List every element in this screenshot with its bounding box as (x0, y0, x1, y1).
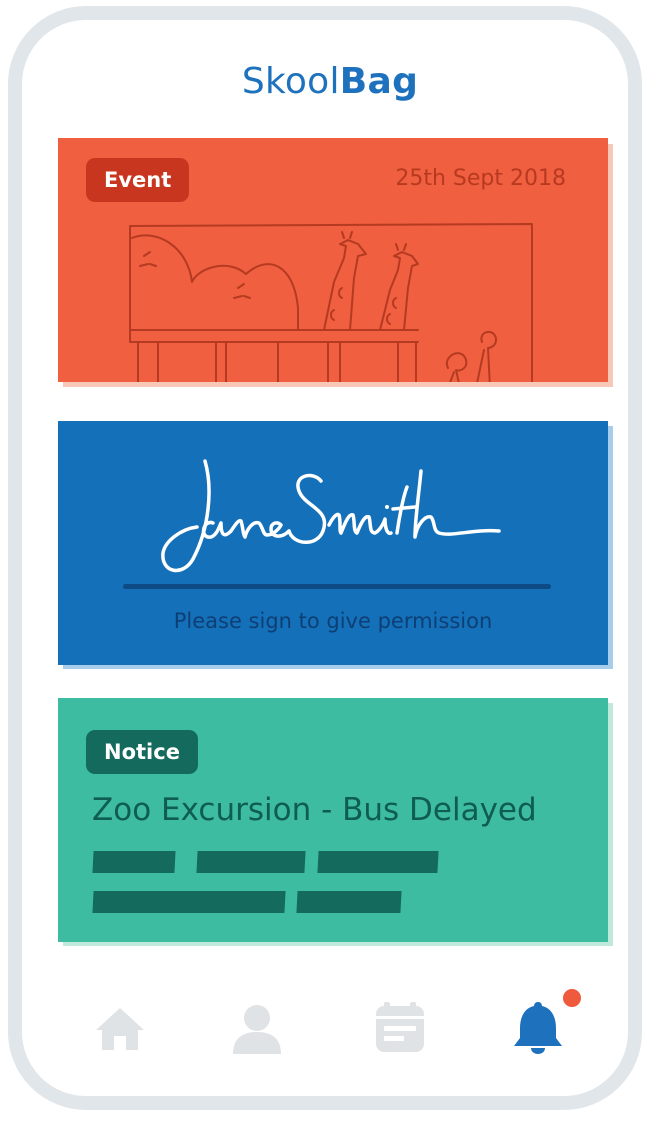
placeholder-text-line (317, 851, 439, 873)
nav-profile[interactable] (227, 998, 287, 1058)
app-title-regular: Skool (241, 61, 340, 102)
app-title: SkoolBag (0, 58, 660, 106)
signature-line (123, 584, 551, 589)
notice-title: Zoo Excursion - Bus Delayed (92, 792, 537, 828)
notification-dot (563, 989, 581, 1007)
event-card[interactable]: Event 25th Sept 2018 (58, 138, 608, 382)
placeholder-text-line (296, 891, 402, 913)
signature-card[interactable]: Please sign to give permission (58, 421, 608, 665)
home-icon (96, 1008, 144, 1050)
notice-card[interactable]: Notice Zoo Excursion - Bus Delayed (58, 698, 608, 942)
zoo-illustration (129, 223, 533, 382)
nav-calendar[interactable] (370, 998, 430, 1058)
profile-icon (233, 1005, 281, 1054)
calendar-icon (376, 1002, 424, 1052)
notice-badge: Notice (86, 730, 198, 774)
signature-drawing[interactable] (153, 449, 513, 574)
placeholder-text-line (92, 851, 176, 873)
event-date: 25th Sept 2018 (395, 166, 566, 191)
app-title-bold: Bag (339, 61, 419, 102)
event-badge: Event (86, 158, 190, 202)
placeholder-text-line (196, 851, 306, 873)
signature-caption: Please sign to give permission (173, 609, 493, 633)
bell-icon (514, 1002, 562, 1054)
nav-notifications[interactable] (508, 998, 568, 1058)
placeholder-text-line (92, 891, 286, 913)
nav-home[interactable] (90, 998, 150, 1058)
